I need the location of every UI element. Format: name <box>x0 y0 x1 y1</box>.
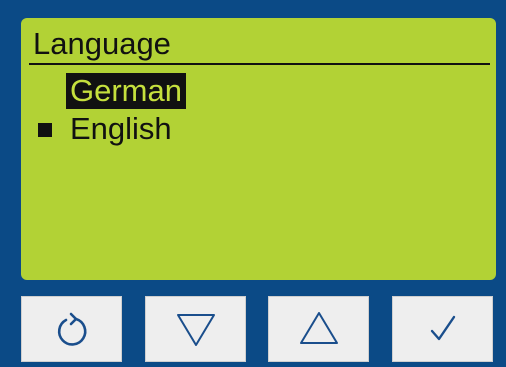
down-button[interactable] <box>145 296 246 362</box>
rotate-back-icon <box>57 312 86 346</box>
triangle-up-icon <box>299 312 338 344</box>
checkmark-icon <box>430 315 455 341</box>
up-button[interactable] <box>268 296 369 362</box>
lcd-screen: Language German English <box>21 18 496 280</box>
menu-item-german[interactable]: German <box>66 73 186 109</box>
title-divider <box>29 63 490 65</box>
menu-item-label: English <box>70 111 172 146</box>
menu-item-label: German <box>66 73 186 109</box>
selected-marker-icon <box>38 123 52 137</box>
device-frame: Language German English <box>0 0 506 367</box>
triangle-down-icon <box>176 314 215 346</box>
screen-title: Language <box>33 26 171 61</box>
menu-item-english[interactable]: English <box>38 111 176 147</box>
confirm-button[interactable] <box>392 296 493 362</box>
back-button[interactable] <box>21 296 122 362</box>
